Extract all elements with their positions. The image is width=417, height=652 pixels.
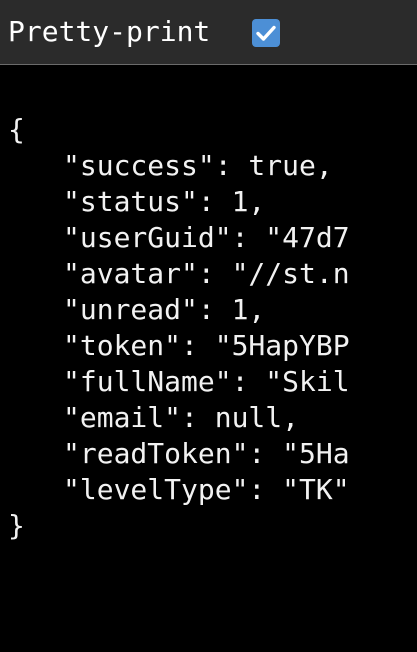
json-line: "unread": 1, <box>63 293 266 326</box>
pretty-print-label: Pretty-print <box>8 15 211 48</box>
json-line: "status": 1, <box>63 185 266 218</box>
json-line: "token": "5HapYBP <box>63 329 350 362</box>
json-line: "email": null, <box>63 401 300 434</box>
json-close-brace: } <box>8 509 25 542</box>
pretty-print-checkbox[interactable] <box>252 19 280 47</box>
json-line: "success": true, <box>63 149 333 182</box>
json-line: "avatar": "//st.n <box>63 257 350 290</box>
json-line: "readToken": "5Ha <box>63 437 350 470</box>
json-line: "fullName": "Skil <box>63 365 350 398</box>
pretty-print-toolbar: Pretty-print <box>0 0 417 65</box>
checkmark-icon <box>256 25 276 41</box>
json-open-brace: { <box>8 113 25 146</box>
json-line: "userGuid": "47d7 <box>63 221 350 254</box>
json-line: "levelType": "TK" <box>63 473 350 506</box>
json-viewer: { "success": true, "status": 1, "userGui… <box>8 112 417 544</box>
